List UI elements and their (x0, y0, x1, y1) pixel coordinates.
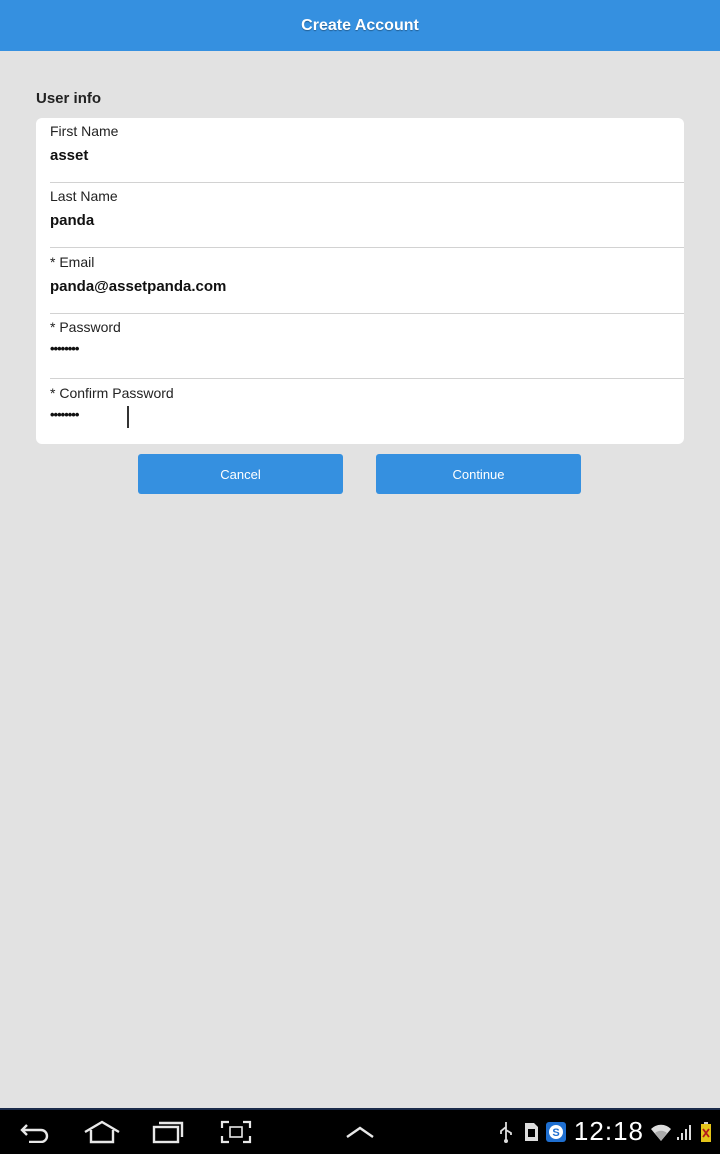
first-name-field[interactable]: First Name asset (36, 118, 684, 183)
last-name-label: Last Name (50, 188, 118, 204)
text-cursor (127, 406, 129, 428)
back-icon[interactable] (18, 1118, 52, 1146)
usb-icon (496, 1118, 516, 1146)
sd-card-icon (520, 1118, 542, 1146)
screenshot-icon[interactable] (218, 1118, 254, 1146)
confirm-password-label: * Confirm Password (50, 385, 174, 401)
up-chevron-icon[interactable] (342, 1118, 378, 1146)
skype-icon: S (544, 1118, 568, 1146)
password-input[interactable]: •••••••• (50, 341, 79, 356)
divider (50, 378, 684, 379)
divider (50, 247, 684, 248)
top-app-bar: Create Account (0, 0, 720, 51)
email-label: * Email (50, 254, 95, 270)
wifi-icon (650, 1118, 672, 1146)
battery-icon (697, 1118, 715, 1146)
last-name-input[interactable]: panda (50, 212, 94, 229)
signal-icon (674, 1118, 694, 1146)
svg-text:S: S (552, 1127, 559, 1139)
confirm-password-input[interactable]: •••••••• (50, 407, 79, 422)
cancel-button[interactable]: Cancel (138, 454, 343, 494)
email-input[interactable]: panda@assetpanda.com (50, 278, 226, 295)
home-icon[interactable] (82, 1118, 122, 1146)
clock: 12:18 (573, 1116, 644, 1146)
page-title: Create Account (301, 16, 419, 34)
password-label: * Password (50, 319, 121, 335)
section-title: User info (36, 90, 102, 107)
first-name-label: First Name (50, 123, 119, 139)
user-info-form: First Name asset Last Name panda * Email… (36, 118, 684, 444)
system-bar: S 12:18 (0, 1108, 720, 1154)
recent-apps-icon[interactable] (150, 1118, 186, 1146)
first-name-input[interactable]: asset (50, 147, 88, 164)
last-name-field[interactable]: Last Name panda (36, 183, 684, 248)
continue-button[interactable]: Continue (376, 454, 581, 494)
password-field[interactable]: * Password •••••••• (36, 314, 684, 379)
email-field[interactable]: * Email panda@assetpanda.com (36, 249, 684, 314)
confirm-password-field[interactable]: * Confirm Password •••••••• (36, 380, 684, 444)
